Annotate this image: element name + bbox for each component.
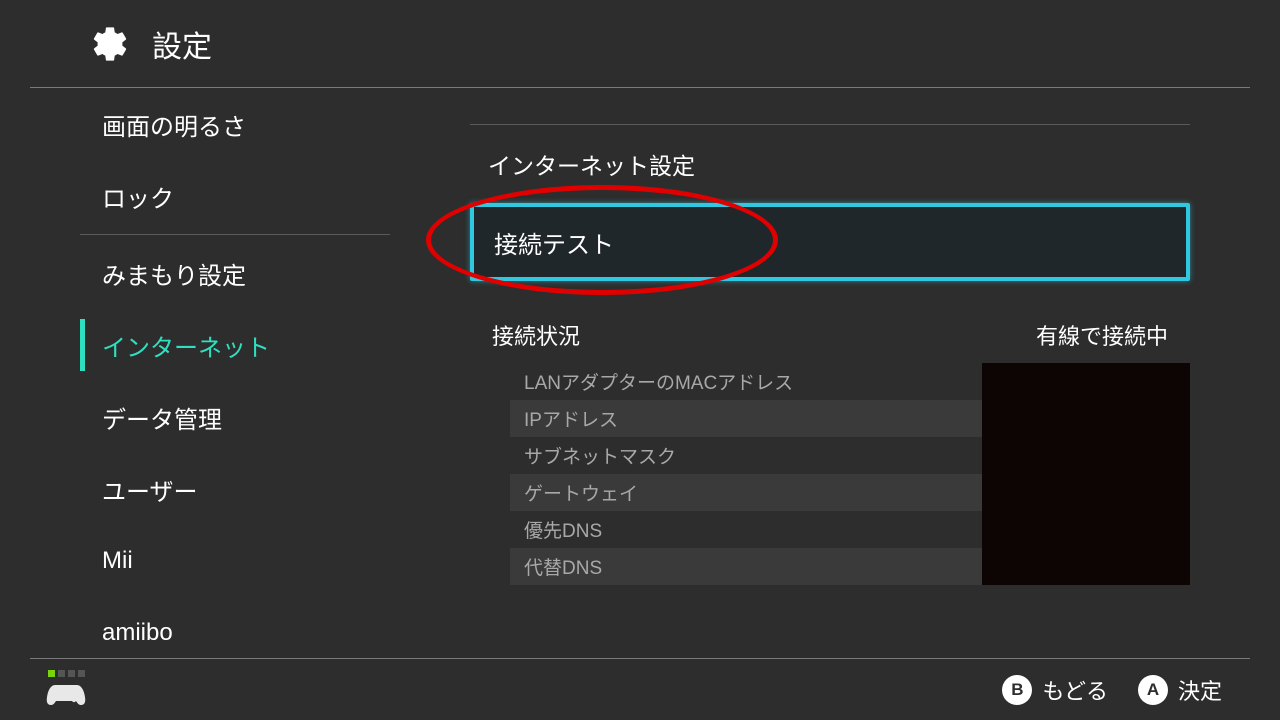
- sidebar-item-lock[interactable]: ロック: [80, 160, 410, 232]
- detail-label: サブネットマスク: [524, 442, 676, 469]
- connection-test-label: 接続テスト: [494, 225, 614, 260]
- body: 画面の明るさ ロック みまもり設定 インターネット データ管理 ユーザー Mii…: [0, 88, 1280, 658]
- connection-detail-block: LANアダプターのMACアドレス IPアドレス サブネットマスク ゲートウェイ …: [510, 363, 1190, 585]
- sidebar-item-label: みまもり設定: [102, 256, 246, 291]
- sidebar-item-data-management[interactable]: データ管理: [80, 381, 410, 453]
- sidebar-item-brightness[interactable]: 画面の明るさ: [80, 88, 410, 160]
- sidebar-item-label: インターネット: [102, 328, 270, 363]
- gear-icon: [90, 24, 130, 64]
- back-button[interactable]: B もどる: [1002, 674, 1108, 706]
- a-button-icon: A: [1138, 675, 1168, 705]
- sidebar-item-amiibo[interactable]: amiibo: [80, 597, 410, 658]
- sidebar-item-label: データ管理: [102, 400, 222, 435]
- main-panel: インターネット設定 接続テスト 接続状況 有線で接続中 LANアダプターのMAC…: [410, 88, 1280, 658]
- connection-test-button[interactable]: 接続テスト: [470, 203, 1190, 281]
- sidebar-item-mii[interactable]: Mii: [80, 525, 410, 597]
- ok-button[interactable]: A 決定: [1138, 674, 1222, 706]
- page-header: 設定: [30, 0, 1250, 88]
- connection-status-row[interactable]: 接続状況 有線で接続中: [470, 307, 1190, 363]
- sidebar-item-label: ロック: [102, 179, 174, 214]
- sidebar-item-label: amiibo: [102, 619, 173, 647]
- detail-label: IPアドレス: [524, 405, 618, 432]
- sidebar-item-label: 画面の明るさ: [102, 107, 246, 142]
- sidebar-divider: [80, 234, 390, 235]
- divider: [470, 124, 1190, 125]
- sidebar-item-internet[interactable]: インターネット: [80, 309, 410, 381]
- detail-label: ゲートウェイ: [524, 479, 638, 506]
- sidebar-item-label: ユーザー: [102, 472, 198, 507]
- player-dots: [46, 670, 86, 677]
- sidebar-item-parental[interactable]: みまもり設定: [80, 237, 410, 309]
- sidebar-item-user[interactable]: ユーザー: [80, 453, 410, 525]
- controller-icon: [46, 681, 86, 709]
- redacted-values-overlay: [982, 363, 1190, 585]
- ok-label: 決定: [1178, 674, 1222, 706]
- section-title: インターネット設定: [470, 147, 1190, 181]
- sidebar: 画面の明るさ ロック みまもり設定 インターネット データ管理 ユーザー Mii…: [0, 88, 410, 658]
- sidebar-item-label: Mii: [102, 547, 133, 575]
- detail-label: 代替DNS: [524, 553, 602, 580]
- footer: B もどる A 決定: [30, 658, 1250, 720]
- b-button-icon: B: [1002, 675, 1032, 705]
- status-value: 有線で接続中: [1036, 319, 1168, 351]
- status-label: 接続状況: [492, 319, 580, 351]
- controller-indicator: [46, 670, 86, 709]
- detail-label: LANアダプターのMACアドレス: [524, 368, 793, 395]
- footer-actions: B もどる A 決定: [1002, 674, 1222, 706]
- detail-label: 優先DNS: [524, 516, 602, 543]
- back-label: もどる: [1042, 674, 1108, 706]
- page-title: 設定: [152, 22, 212, 66]
